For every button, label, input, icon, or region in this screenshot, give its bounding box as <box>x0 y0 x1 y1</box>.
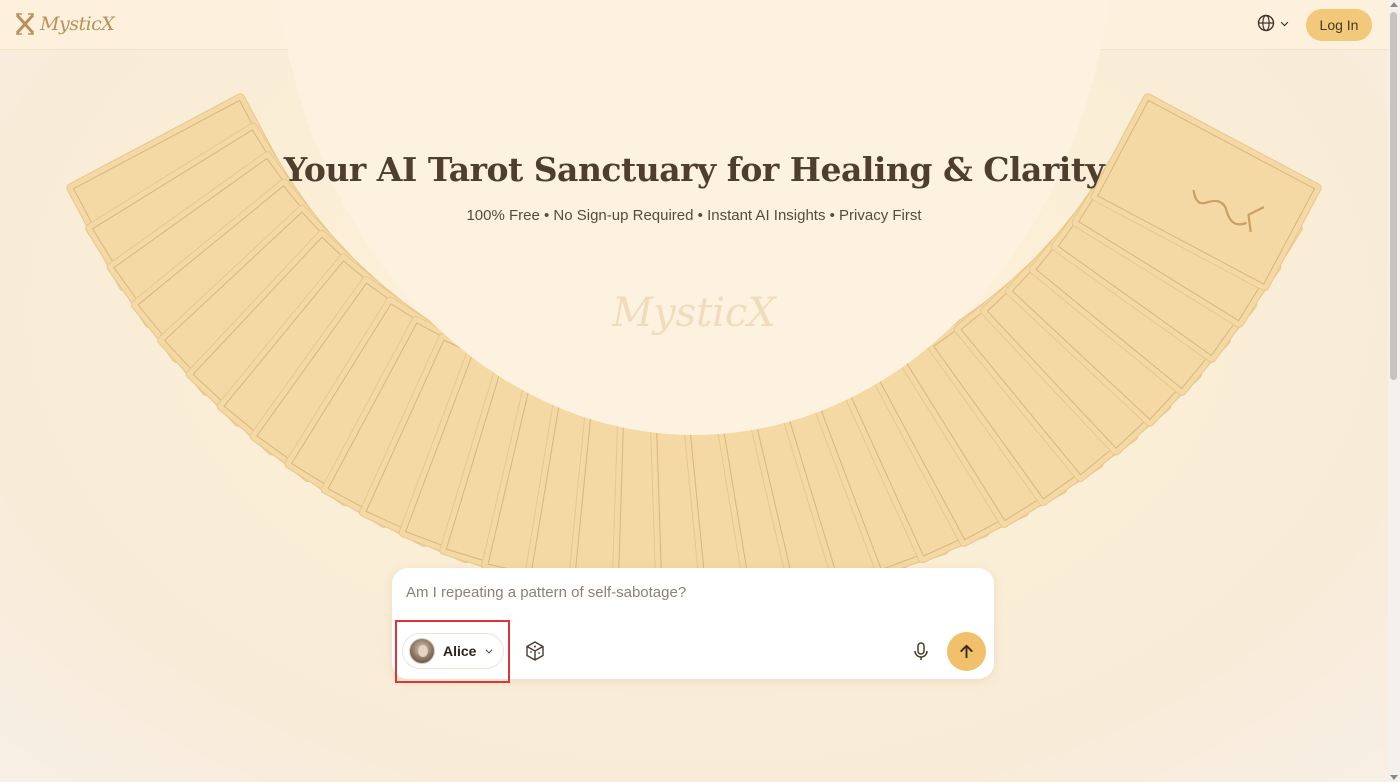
tarot-card <box>980 229 1203 456</box>
send-button[interactable] <box>947 632 986 671</box>
logo-watermark: MysticX <box>612 290 776 336</box>
logo-text: MysticX <box>40 13 115 35</box>
tarot-card <box>838 333 1029 564</box>
tarot-card <box>320 315 520 547</box>
chevron-down-icon <box>485 649 493 654</box>
tarot-card <box>359 333 550 564</box>
scroll-down-arrow[interactable] <box>1390 775 1398 780</box>
microphone-icon[interactable] <box>910 640 932 662</box>
top-navigation-bar: MysticX Home Tarot Portals Spiritual Jou… <box>0 0 1388 50</box>
nav-home-label: Home <box>429 17 467 33</box>
scrollbar[interactable] <box>1388 0 1400 782</box>
bag-icon <box>779 17 791 32</box>
nav-market-label: Market <box>798 17 842 33</box>
logo-x-icon <box>15 13 35 35</box>
logo[interactable]: MysticX <box>14 12 115 36</box>
tarot-card <box>745 374 907 596</box>
tarot-card-icon <box>489 18 503 31</box>
nav-spiritual-journal[interactable]: Spiritual Journal <box>634 17 755 33</box>
tarot-card <box>398 348 581 577</box>
reader-avatar <box>409 638 435 664</box>
language-selector[interactable] <box>1257 14 1290 32</box>
arrow-up-icon <box>960 644 973 659</box>
nav-tarot-portals[interactable]: Tarot Portals <box>488 17 608 33</box>
crown-icon <box>864 20 877 32</box>
tarot-card <box>1090 93 1322 292</box>
page-subtitle: 100% Free • No Sign-up Required • Instan… <box>466 207 922 224</box>
nav-tarot-portals-label: Tarot Portals <box>509 17 588 33</box>
tarot-card <box>216 253 435 483</box>
scroll-thumb[interactable] <box>1390 12 1397 380</box>
globe-icon <box>1257 14 1275 32</box>
chevron-down-icon <box>598 23 607 28</box>
tarot-card <box>953 253 1172 483</box>
main-nav: Home Tarot Portals Spiritual Journal Mar… <box>408 0 961 50</box>
dice-icon[interactable] <box>524 640 546 662</box>
tarot-card <box>481 374 643 596</box>
question-input[interactable] <box>406 580 976 604</box>
tarot-card <box>868 315 1068 547</box>
reader-name: Alice <box>443 643 477 659</box>
nav-membership[interactable]: Membership <box>863 17 961 33</box>
nav-home[interactable]: Home <box>408 17 466 33</box>
book-icon <box>636 18 647 32</box>
tarot-card <box>439 362 612 588</box>
scroll-up-arrow[interactable] <box>1390 2 1398 7</box>
home-icon <box>409 19 422 32</box>
chevron-down-icon <box>1280 21 1289 26</box>
page-title: Your AI Tarot Sanctuary for Healing & Cl… <box>283 150 1105 189</box>
tarot-card <box>66 93 298 292</box>
nav-market[interactable]: Market <box>777 17 841 33</box>
reader-selector[interactable]: Alice <box>402 633 504 669</box>
tarot-card <box>185 229 408 456</box>
question-composer: Alice <box>392 568 994 679</box>
tarot-card <box>776 362 949 588</box>
login-button[interactable]: Log In <box>1306 9 1372 41</box>
nav-membership-label: Membership <box>884 17 962 33</box>
nav-spiritual-journal-label: Spiritual Journal <box>654 17 756 33</box>
tarot-card <box>807 348 990 577</box>
